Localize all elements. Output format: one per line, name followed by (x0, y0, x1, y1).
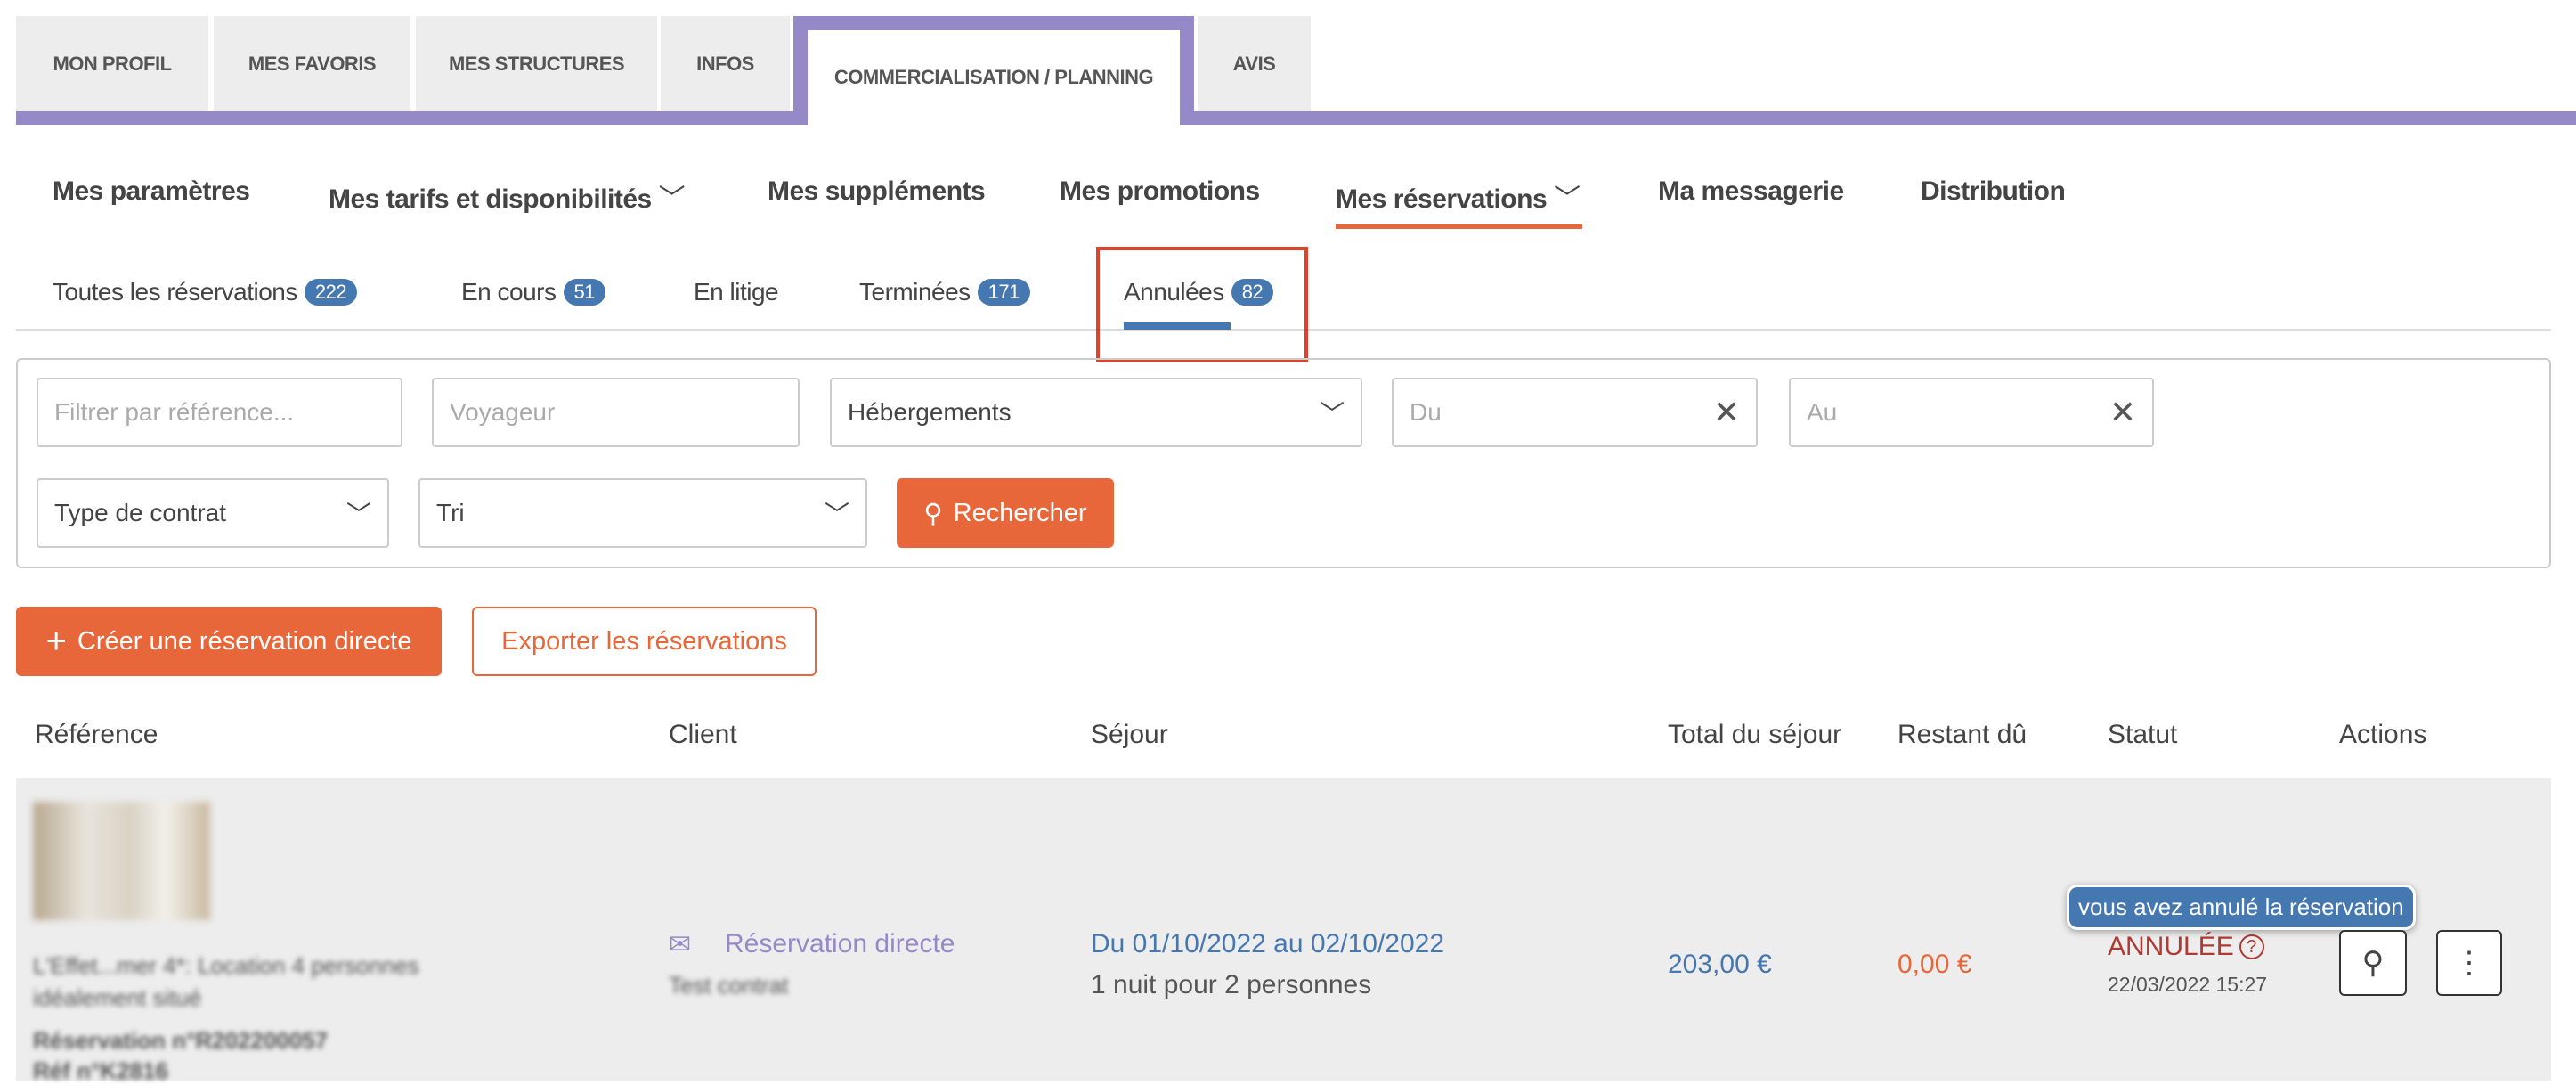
nav-ma-messagerie[interactable]: Ma messagerie (1658, 176, 1844, 207)
chevron-down-icon: ﹀ (1553, 184, 1581, 214)
status-date: 22/03/2022 15:27 (2108, 973, 2268, 996)
placeholder: Au (1807, 398, 1838, 426)
plus-icon: + (45, 621, 67, 661)
subtab-label: Terminées (859, 278, 971, 306)
nav-mes-supplements[interactable]: Mes suppléments (768, 176, 986, 207)
close-icon[interactable]: ✕ (1713, 394, 1740, 431)
button-label: Exporter les réservations (501, 626, 787, 656)
header-sejour: Séjour (1091, 720, 1168, 749)
envelope-icon: ✉ (669, 930, 692, 959)
count-badge: 51 (563, 279, 605, 306)
tab-commercialisation-planning[interactable]: COMMERCIALISATION / PLANNING (793, 16, 1194, 125)
client-link[interactable]: Réservation directe (725, 929, 955, 959)
highlight-box (1096, 247, 1308, 362)
more-vertical-icon: ⋮ (2454, 946, 2484, 980)
header-total: Total du séjour (1668, 720, 1842, 749)
tabs-underline (16, 111, 2576, 125)
search-icon: ⚲ (2361, 946, 2385, 980)
tab-infos[interactable]: INFOS (661, 16, 790, 111)
stay-details: 1 nuit pour 2 personnes (1091, 970, 1372, 999)
reference-filter-input[interactable]: Filtrer par référence... (37, 378, 402, 447)
reservation-number: Réservation n°R202200057 (33, 1027, 329, 1054)
table-row: L'Effet...mer 4*: Location 4 personnes i… (16, 778, 2551, 1084)
button-label: Créer une réservation directe (77, 626, 412, 656)
subtab-terminees[interactable]: Terminées 171 (859, 278, 1030, 306)
placeholder: Voyageur (450, 398, 556, 426)
contract-name: Test contrat (669, 972, 789, 999)
nav-label: Mes tarifs et disponibilités (329, 184, 652, 214)
total-amount: 203,00 € (1668, 950, 1772, 979)
type-contrat-select[interactable]: Type de contrat ﹀ (37, 478, 389, 548)
remaining-amount: 0,00 € (1897, 950, 1972, 979)
subtab-en-litige[interactable]: En litige (694, 278, 779, 306)
placeholder: Filtrer par référence... (54, 398, 295, 426)
count-badge: 222 (304, 279, 358, 306)
status-badge: ANNULÉE? (2108, 932, 2264, 962)
header-restant: Restant dû (1897, 720, 2027, 749)
tab-mon-profil[interactable]: MON PROFIL (16, 16, 208, 111)
voyageur-input[interactable]: Voyageur (432, 378, 800, 447)
header-statut: Statut (2108, 720, 2178, 749)
chevron-down-icon: ﹀ (824, 501, 849, 528)
subtab-label: En cours (461, 278, 557, 306)
nav-label: Mes réservations (1336, 184, 1548, 214)
nav-mes-reservations[interactable]: Mes réservations ﹀ (1336, 176, 1581, 216)
subtab-toutes[interactable]: Toutes les réservations 222 (53, 278, 358, 306)
subtab-label: En litige (694, 278, 779, 306)
select-value: Hébergements (848, 398, 1012, 426)
header-reference: Référence (35, 720, 158, 749)
chevron-down-icon: ﹀ (1319, 400, 1345, 428)
hebergements-select[interactable]: Hébergements ﹀ (830, 378, 1362, 447)
tab-avis[interactable]: AVIS (1198, 16, 1311, 111)
create-reservation-button[interactable]: + Créer une réservation directe (16, 607, 442, 676)
subtab-en-cours[interactable]: En cours 51 (461, 278, 605, 306)
select-value: Tri (436, 499, 465, 526)
chevron-down-icon: ﹀ (658, 184, 686, 214)
tab-mes-favoris[interactable]: MES FAVORIS (214, 16, 410, 111)
view-button[interactable]: ⚲ (2339, 930, 2407, 996)
nav-mes-promotions[interactable]: Mes promotions (1060, 176, 1260, 207)
button-label: Rechercher (953, 498, 1087, 527)
placeholder: Du (1410, 398, 1442, 426)
tooltip-text: vous avez annulé la réservation (2078, 893, 2404, 920)
header-actions: Actions (2339, 720, 2427, 749)
nav-distribution[interactable]: Distribution (1921, 176, 2066, 207)
subtab-label: Toutes les réservations (53, 278, 297, 306)
property-name: L'Effet...mer 4*: Location 4 personnes i… (33, 952, 419, 1011)
export-reservations-button[interactable]: Exporter les réservations (472, 607, 817, 676)
count-badge: 171 (977, 279, 1030, 306)
chevron-down-icon: ﹀ (345, 501, 371, 528)
close-icon[interactable]: ✕ (2109, 394, 2136, 431)
stay-dates[interactable]: Du 01/10/2022 au 02/10/2022 (1091, 929, 1444, 959)
help-icon[interactable]: ? (2239, 934, 2264, 959)
date-to-input[interactable]: Au ✕ (1789, 378, 2154, 447)
header-client: Client (669, 720, 737, 749)
status-tooltip: vous avez annulé la réservation (2067, 885, 2416, 930)
nav-active-underline (1336, 224, 1582, 229)
more-options-button[interactable]: ⋮ (2436, 930, 2502, 996)
search-icon: ⚲ (923, 499, 943, 528)
tab-mes-structures[interactable]: MES STRUCTURES (416, 16, 657, 111)
date-from-input[interactable]: Du ✕ (1392, 378, 1758, 447)
status-label: ANNULÉE (2108, 932, 2234, 961)
search-button[interactable]: ⚲ Rechercher (897, 478, 1114, 548)
nav-mes-tarifs[interactable]: Mes tarifs et disponibilités ﹀ (329, 176, 686, 216)
nav-mes-parametres[interactable]: Mes paramètres (53, 176, 250, 207)
select-value: Type de contrat (54, 499, 227, 526)
tri-select[interactable]: Tri ﹀ (418, 478, 867, 548)
reservation-ref: Réf n°K2816 (33, 1057, 169, 1084)
property-thumbnail (33, 802, 210, 920)
